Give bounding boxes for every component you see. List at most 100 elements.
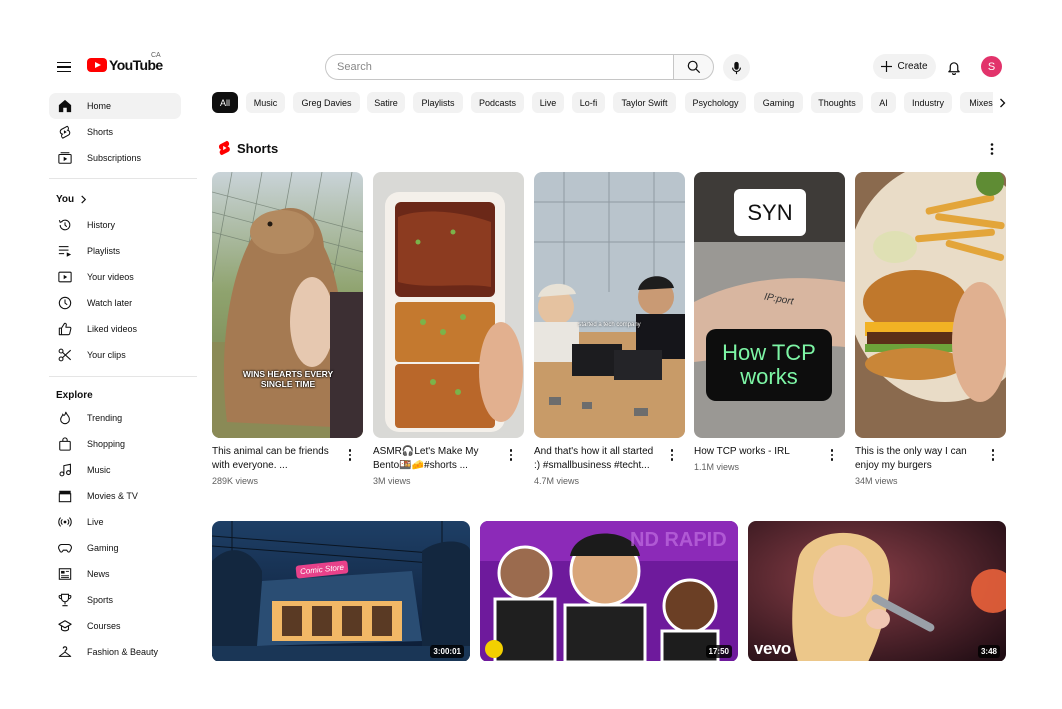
chips-next-button[interactable] [993, 92, 1011, 113]
short-thumbnail[interactable]: WINS HEARTS EVERY SINGLE TIME [212, 172, 363, 438]
sidebar-item-news[interactable]: News [49, 561, 181, 587]
video-thumbnail[interactable]: vevo 3:48 [748, 521, 1006, 662]
chip-psychology[interactable]: Psychology [685, 92, 746, 113]
video-thumbnail[interactable]: Comic Store 3:00:01 [212, 521, 470, 662]
sidebar-item-home[interactable]: Home [49, 93, 181, 119]
account-avatar[interactable]: S [981, 56, 1002, 77]
shorts-shelf-title: Shorts [218, 140, 278, 156]
hanger-icon [57, 644, 73, 660]
microphone-icon [731, 61, 742, 74]
sidebar-item-music[interactable]: Music [49, 457, 181, 483]
live-icon [57, 514, 73, 530]
more-vert-icon[interactable] [506, 448, 516, 462]
sidebar-item-movies-tv[interactable]: Movies & TV [49, 483, 181, 509]
voice-search-button[interactable] [723, 54, 750, 81]
sidebar-item-label: Movies & TV [87, 491, 138, 501]
chevron-right-icon [81, 195, 87, 204]
short-thumbnail[interactable] [855, 172, 1006, 438]
more-vert-icon[interactable] [667, 448, 677, 462]
clock-icon [57, 295, 73, 311]
chip-ai[interactable]: AI [871, 92, 896, 113]
explore-title: Explore [56, 390, 93, 401]
chip-live[interactable]: Live [532, 92, 564, 113]
shopping-bag-icon [57, 436, 73, 452]
you-title: You [56, 194, 75, 205]
short-card[interactable]: WINS HEARTS EVERY SINGLE TIME This anima… [212, 172, 363, 486]
short-views: 289K views [212, 476, 259, 486]
filter-chips: All Music Greg Davies Satire Playlists P… [212, 92, 1007, 114]
search-input[interactable]: Search [325, 54, 673, 80]
sidebar-item-watch-later[interactable]: Watch later [49, 290, 181, 316]
history-icon [57, 217, 73, 233]
sidebar: Home Shorts Subscriptions You History Pl… [40, 90, 200, 660]
more-vert-icon[interactable] [345, 448, 355, 462]
chip-all[interactable]: All [212, 92, 238, 113]
sidebar-item-sports[interactable]: Sports [49, 587, 181, 613]
chip-playlists[interactable]: Playlists [413, 92, 463, 113]
sidebar-item-label: Playlists [87, 246, 121, 256]
sidebar-item-shorts[interactable]: Shorts [49, 119, 181, 145]
shorts-logo-icon [218, 140, 230, 156]
create-button[interactable]: Create [873, 54, 936, 79]
more-vert-icon[interactable] [988, 448, 998, 462]
sidebar-item-label: Trending [87, 413, 123, 423]
shorts-icon [57, 124, 73, 140]
short-card[interactable]: started a tech company And that's how it… [534, 172, 685, 486]
sidebar-item-subscriptions[interactable]: Subscriptions [49, 145, 181, 171]
chip-industry[interactable]: Industry [904, 92, 952, 113]
top-bar: YouTube CA Search Create S [0, 48, 1062, 86]
sidebar-item-label: Live [87, 517, 104, 527]
sidebar-item-playlists[interactable]: Playlists [49, 238, 181, 264]
chip-satire[interactable]: Satire [367, 92, 405, 113]
short-card[interactable]: This is the only way I can enjoy my burg… [855, 172, 1006, 486]
short-card[interactable]: SYN IP:port How TCP works How TCP works … [694, 172, 845, 472]
short-thumbnail[interactable]: SYN IP:port How TCP works [694, 172, 845, 438]
sidebar-item-label: Courses [87, 621, 121, 631]
sidebar-item-liked-videos[interactable]: Liked videos [49, 316, 181, 342]
sidebar-item-trending[interactable]: Trending [49, 405, 181, 431]
syn-label: SYN [734, 189, 806, 236]
chip-thoughts[interactable]: Thoughts [811, 92, 863, 113]
video-thumbnail[interactable]: ND RAPID 17:50 [480, 521, 738, 662]
sidebar-item-history[interactable]: History [49, 212, 181, 238]
short-card[interactable]: ASMR🎧Let's Make My Bento🍱🧀#shorts ... 3M… [373, 172, 524, 486]
short-title[interactable]: How TCP works - IRL [694, 445, 820, 459]
youtube-logo[interactable]: YouTube CA [87, 52, 163, 73]
trending-icon [57, 410, 73, 426]
short-title[interactable]: And that's how it all started :) #smallb… [534, 445, 660, 473]
sidebar-item-gaming[interactable]: Gaming [49, 535, 181, 561]
chip-music[interactable]: Music [246, 92, 285, 113]
sidebar-item-shopping[interactable]: Shopping [49, 431, 181, 457]
video-duration: 3:48 [977, 645, 1000, 658]
music-note-icon [57, 462, 73, 478]
shorts-more-button[interactable] [985, 142, 999, 156]
short-title[interactable]: ASMR🎧Let's Make My Bento🍱🧀#shorts ... [373, 445, 499, 473]
chip-greg-davies[interactable]: Greg Davies [293, 92, 360, 113]
short-thumbnail[interactable]: started a tech company [534, 172, 685, 438]
sidebar-item-label: Watch later [87, 298, 133, 308]
gamepad-icon [57, 540, 73, 556]
chip-podcasts[interactable]: Podcasts [471, 92, 524, 113]
chip-taylor-swift[interactable]: Taylor Swift [613, 92, 676, 113]
more-vert-icon[interactable] [827, 448, 837, 462]
search-button[interactable] [673, 54, 714, 80]
short-title[interactable]: This is the only way I can enjoy my burg… [855, 445, 981, 473]
sidebar-item-label: Shopping [87, 439, 126, 449]
short-title[interactable]: This animal can be friends with everyone… [212, 445, 338, 473]
menu-icon[interactable] [52, 55, 76, 79]
youtube-play-icon [87, 58, 107, 72]
sidebar-item-label: Gaming [87, 543, 119, 553]
chip-lo-fi[interactable]: Lo-fi [572, 92, 605, 113]
sidebar-item-your-clips[interactable]: Your clips [49, 342, 181, 368]
chip-gaming[interactable]: Gaming [754, 92, 803, 113]
short-thumbnail[interactable] [373, 172, 524, 438]
sidebar-section-explore: Explore [56, 390, 93, 401]
sidebar-item-fashion-beauty[interactable]: Fashion & Beauty [49, 639, 181, 665]
sidebar-item-courses[interactable]: Courses [49, 613, 181, 639]
sidebar-item-label: Music [87, 465, 111, 475]
sidebar-item-live[interactable]: Live [49, 509, 181, 535]
sidebar-section-you[interactable]: You [56, 194, 87, 205]
sidebar-item-your-videos[interactable]: Your videos [49, 264, 181, 290]
tcp-title-overlay: How TCP works [706, 329, 832, 401]
notifications-button[interactable] [943, 55, 965, 79]
